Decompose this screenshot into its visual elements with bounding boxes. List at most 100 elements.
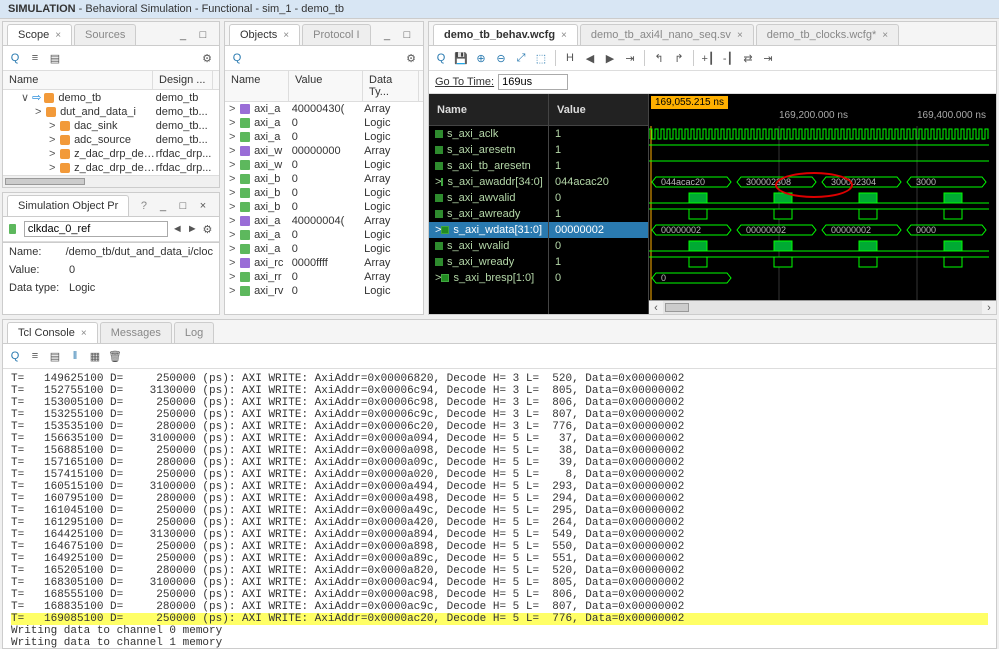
search-icon[interactable]: Q (229, 50, 245, 66)
close-icon[interactable]: × (882, 30, 888, 41)
tab-wave-2[interactable]: demo_tb_axi4l_nano_seq.sv× (580, 24, 754, 45)
tab-sources[interactable]: Sources (74, 24, 136, 45)
table-row[interactable]: > axi_b0Array (225, 172, 423, 186)
wave-signal-name[interactable]: > s_axi_bresp[1:0] (429, 270, 548, 286)
wave-signal-name[interactable]: s_axi_aresetn (429, 142, 548, 158)
col-value[interactable]: Value (289, 71, 363, 101)
add-marker-icon[interactable]: +┃ (700, 50, 716, 66)
minimize-icon[interactable]: _ (379, 27, 395, 43)
collapse-icon[interactable]: ≡ (27, 50, 43, 66)
zoom-in-icon[interactable]: ⊕ (473, 50, 489, 66)
tab-messages[interactable]: Messages (100, 322, 172, 343)
tab-tcl[interactable]: Tcl Console× (7, 322, 98, 343)
tab-log[interactable]: Log (174, 322, 214, 343)
next-icon[interactable]: ► (187, 221, 198, 237)
end-icon[interactable]: ⇥ (760, 50, 776, 66)
zoom-fit-icon[interactable]: ⤢ (513, 50, 529, 66)
clear-icon[interactable]: ▦ (87, 348, 103, 364)
table-row[interactable]: > axi_a0Logic (225, 130, 423, 144)
maximize-icon[interactable] (195, 27, 211, 43)
expand-icon[interactable]: ▤ (47, 348, 63, 364)
help-icon[interactable]: ? (141, 200, 151, 212)
tcl-output[interactable]: T= 149625100 D= 250000 (ps): AXI WRITE: … (3, 369, 996, 648)
close-icon[interactable]: × (81, 328, 87, 339)
table-row[interactable]: > axi_a0Logic (225, 242, 423, 256)
close-icon[interactable]: × (55, 30, 61, 41)
wave-signal-name[interactable]: s_axi_tb_aresetn (429, 158, 548, 174)
wave-signal-name[interactable]: s_axi_wvalid (429, 238, 548, 254)
tab-protocol[interactable]: Protocol I (302, 24, 370, 45)
close-icon[interactable]: × (737, 30, 743, 41)
col-name[interactable]: Name (225, 71, 289, 101)
wave-signal-name[interactable]: s_axi_awvalid (429, 190, 548, 206)
collapse-icon[interactable]: ≡ (27, 348, 43, 364)
wave-signal-name[interactable]: s_axi_wready (429, 254, 548, 270)
tree-row[interactable]: ∨ ⇨ demo_tbdemo_tb (3, 90, 219, 105)
close-icon[interactable]: × (283, 30, 289, 41)
table-row[interactable]: > axi_w00000000Array (225, 144, 423, 158)
pause-icon[interactable]: ‖ (67, 348, 83, 364)
wave-col-value[interactable]: Value (549, 94, 648, 126)
next-edge-icon[interactable]: ▶ (602, 50, 618, 66)
swap-icon[interactable]: ⇄ (740, 50, 756, 66)
wave-signal-name[interactable]: s_axi_awready (429, 206, 548, 222)
table-row[interactable]: > axi_a0Logic (225, 116, 423, 130)
go-start-icon[interactable]: H (562, 50, 578, 66)
tab-objects[interactable]: Objects× (229, 24, 300, 45)
prev-icon[interactable]: ◄ (172, 221, 183, 237)
table-row[interactable]: > axi_rv0Logic (225, 284, 423, 298)
table-row[interactable]: > axi_rc0000ffffArray (225, 256, 423, 270)
maximize-icon[interactable] (399, 27, 415, 43)
wave-col-name[interactable]: Name (429, 94, 548, 126)
minimize-icon[interactable]: _ (155, 198, 171, 214)
scroll-right-icon[interactable]: › (982, 301, 996, 314)
table-row[interactable]: > axi_a0Logic (225, 228, 423, 242)
table-row[interactable]: > axi_w0Logic (225, 158, 423, 172)
next-tran-icon[interactable]: ↱ (671, 50, 687, 66)
scroll-left-icon[interactable]: ‹ (649, 301, 663, 314)
goto-input[interactable] (498, 74, 568, 90)
tab-wave-3[interactable]: demo_tb_clocks.wcfg*× (756, 24, 899, 45)
wave-signal-name[interactable]: > s_axi_awaddr[34:0] (429, 174, 548, 190)
gear-icon[interactable] (199, 50, 215, 66)
hscrollbar[interactable] (3, 175, 219, 187)
close-icon[interactable]: × (195, 198, 211, 214)
wave-signal-names[interactable]: s_axi_aclks_axi_aresetns_axi_tb_aresetn>… (429, 126, 548, 286)
col-design[interactable]: Design ... (153, 71, 213, 89)
go-end-icon[interactable]: ⇥ (622, 50, 638, 66)
table-row[interactable]: > axi_b0Logic (225, 186, 423, 200)
obj-name-input[interactable] (24, 221, 168, 237)
del-marker-icon[interactable]: -┃ (720, 50, 736, 66)
trash-icon[interactable]: 🗑 (107, 348, 123, 364)
close-icon[interactable]: × (561, 30, 567, 41)
prev-edge-icon[interactable]: ◀ (582, 50, 598, 66)
tree-row[interactable]: > dac_sinkdemo_tb... (3, 119, 219, 133)
table-row[interactable]: > axi_a40000004(Array (225, 214, 423, 228)
gear-icon[interactable] (202, 221, 213, 237)
tree-row[interactable]: > dut_and_data_idemo_tb... (3, 105, 219, 119)
table-row[interactable]: > axi_a40000430(Array (225, 102, 423, 116)
tree-row[interactable]: > adc_sourcedemo_tb... (3, 133, 219, 147)
tree-row[interactable]: > z_dac_drp_decode_1_irfdac_drp... (3, 161, 219, 175)
scope-tree[interactable]: ∨ ⇨ demo_tbdemo_tb> dut_and_data_idemo_t… (3, 90, 219, 175)
objects-table[interactable]: > axi_a40000430(Array> axi_a0Logic> axi_… (225, 102, 423, 314)
search-icon[interactable]: Q (433, 50, 449, 66)
wave-signal-name[interactable]: s_axi_aclk (429, 126, 548, 142)
save-icon[interactable]: 💾 (453, 50, 469, 66)
expand-icon[interactable]: ▤ (47, 50, 63, 66)
scroll-thumb[interactable] (665, 303, 689, 312)
gear-icon[interactable] (403, 50, 419, 66)
search-icon[interactable]: Q (7, 50, 23, 66)
wave-signal-name[interactable]: > s_axi_wdata[31:0] (429, 222, 548, 238)
minimize-icon[interactable]: _ (175, 27, 191, 43)
tree-row[interactable]: > z_dac_drp_decode_0_irfdac_drp... (3, 147, 219, 161)
tab-obj-props[interactable]: Simulation Object Pr (7, 195, 129, 216)
zoom-out-icon[interactable]: ⊖ (493, 50, 509, 66)
wave-hscrollbar[interactable]: ‹ › (649, 300, 996, 314)
table-row[interactable]: > axi_rr0Array (225, 270, 423, 284)
table-row[interactable]: > axi_b0Logic (225, 200, 423, 214)
maximize-icon[interactable] (175, 198, 191, 214)
search-icon[interactable]: Q (7, 348, 23, 364)
tab-scope[interactable]: Scope× (7, 24, 72, 45)
zoom-cursor-icon[interactable]: ⬚ (533, 50, 549, 66)
